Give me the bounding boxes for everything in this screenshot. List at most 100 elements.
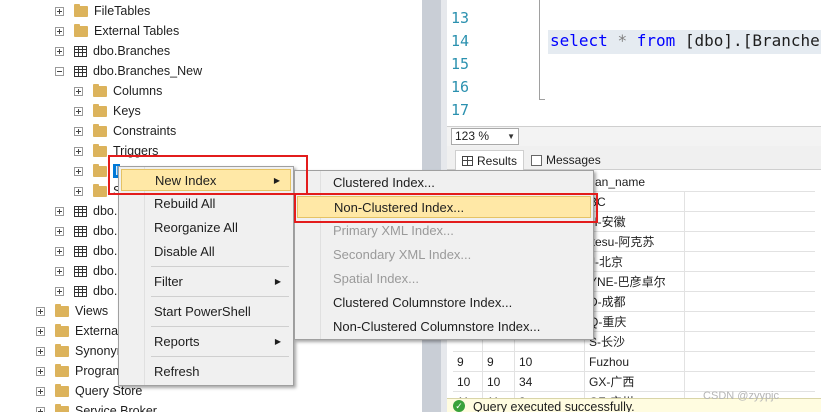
table-cell[interactable]: S-长沙 [585,332,685,352]
menu-separator [151,326,289,327]
menu-item-start-powershell[interactable]: Start PowerShell [121,301,291,323]
menu-separator [151,266,289,267]
table-icon [74,265,87,277]
tree-item-views[interactable]: Views [36,301,108,321]
expand-icon[interactable] [55,206,64,216]
expand-icon[interactable] [36,406,45,412]
table-cell[interactable]: Fuzhou [585,352,685,372]
tab-messages[interactable]: Messages [525,150,607,170]
tree-item-table[interactable]: dbo. [55,221,117,241]
menu-item-clustered-index[interactable]: Clustered Index... [297,172,591,194]
table-cell[interactable]: D-成都 [585,292,685,312]
expand-icon[interactable] [36,346,45,356]
tree-item-dbo-branches-new[interactable]: dbo.Branches_New [55,61,202,81]
tree-item-table[interactable]: dbo. [55,281,117,301]
tree-item-dbo-branches[interactable]: dbo.Branches [55,41,170,61]
expand-icon[interactable] [55,46,64,56]
zoom-value: 123 % [455,129,490,143]
zoom-select[interactable]: 123 % ▼ [451,128,519,145]
menu-item-filter[interactable]: Filter ▶ [121,271,291,293]
expand-icon[interactable] [55,266,64,276]
expand-icon[interactable] [36,386,45,396]
tree-item-filetables[interactable]: FileTables [55,1,150,21]
table-cell[interactable]: GX-广西 [585,372,685,392]
tree-item-keys[interactable]: Keys [74,101,141,121]
tree-item-external-tables[interactable]: External Tables [55,21,179,41]
table-icon [74,285,87,297]
submenu-arrow-icon: ▶ [274,337,281,346]
table-cell[interactable]: YNE-巴彦卓尔 [585,272,685,292]
grid-icon [462,155,473,166]
table-row[interactable]: 10 10 34 GX-广西 [453,372,815,392]
folder-icon [55,343,69,357]
table-cell[interactable]: 34 [515,372,585,392]
column-header[interactable]: an_name [591,172,645,192]
tab-results[interactable]: Results [455,150,525,170]
expand-icon[interactable] [36,306,45,316]
fold-guide [539,0,540,100]
tree-item-label: Columns [113,84,163,98]
sql-keyword-select: select [550,31,608,50]
expand-icon[interactable] [74,86,83,96]
table-cell[interactable]: BC [585,192,685,212]
menu-item-label: Filter [154,274,183,289]
dropdown-arrow-icon[interactable]: ▼ [507,129,515,144]
table-icon [74,45,87,57]
menu-item-label: Reorganize All [154,220,238,235]
query-editor[interactable]: 13 14 15 16 17 select * from [dbo].[Bran… [447,0,821,126]
menu-item-disable-all[interactable]: Disable All [121,241,291,263]
expand-icon[interactable] [74,126,83,136]
expand-icon[interactable] [55,246,64,256]
tree-item-service-broker[interactable]: Service Broker [36,401,157,412]
menu-item-rebuild-all[interactable]: Rebuild All [121,193,291,215]
tree-item-table[interactable]: dbo. [55,261,117,281]
tree-item-label: External Tables [94,24,180,38]
tree-item-external-resources[interactable]: External [36,321,121,341]
tree-item-columns[interactable]: Columns [74,81,162,101]
menu-item-clustered-columnstore-index[interactable]: Clustered Columnstore Index... [297,292,591,314]
tree-item-table[interactable]: dbo. [55,201,117,221]
menu-item-label: Non-Clustered Columnstore Index... [333,319,541,334]
menu-item-reports[interactable]: Reports ▶ [121,331,291,353]
tree-item-label: Query Store [75,384,143,398]
expand-icon[interactable] [74,106,83,116]
submenu-arrow-icon: ▶ [274,277,281,286]
tree-item-label: FileTables [94,4,151,18]
expand-icon[interactable] [55,6,64,16]
line-number: 15 [450,55,469,73]
table-cell[interactable]: Q-重庆 [585,312,685,332]
menu-item-refresh[interactable]: Refresh [121,361,291,383]
expand-icon[interactable] [36,366,45,376]
tree-item-programmability[interactable]: Program [36,361,123,381]
table-cell[interactable]: 10 [453,372,483,392]
tree-item-label: Program [75,364,123,378]
table-cell[interactable]: 10 [515,352,585,372]
expand-icon[interactable] [55,26,64,36]
expand-icon[interactable] [74,146,83,156]
tree-item-label: dbo.Branches_New [93,64,203,78]
tree-item-constraints[interactable]: Constraints [74,121,176,141]
sql-star: * [617,31,628,50]
table-row[interactable]: 9 9 10 Fuzhou [453,352,815,372]
menu-item-non-clustered-columnstore-index[interactable]: Non-Clustered Columnstore Index... [297,316,591,338]
table-cell[interactable]: 10 [483,372,515,392]
table-cell[interactable]: J-北京 [585,252,685,272]
folder-icon [55,323,69,337]
tree-item-synonyms[interactable]: Synonym [36,341,127,361]
expand-icon[interactable] [74,166,83,176]
table-cell[interactable]: kesu-阿克苏 [585,232,685,252]
status-text: Query executed successfully. [473,400,635,412]
tree-item-table[interactable]: dbo. [55,241,117,261]
table-cell[interactable]: 9 [453,352,483,372]
collapse-icon[interactable] [55,66,64,76]
menu-item-reorganize-all[interactable]: Reorganize All [121,217,291,239]
expand-icon[interactable] [36,326,45,336]
expand-icon[interactable] [55,226,64,236]
folder-icon [55,383,69,397]
table-cell[interactable]: H-安徽 [585,212,685,232]
menu-item-label: Refresh [154,364,200,379]
expand-icon[interactable] [74,186,83,196]
sql-code-line[interactable]: select * from [dbo].[Branche [550,31,820,50]
table-cell[interactable]: 9 [483,352,515,372]
expand-icon[interactable] [55,286,64,296]
